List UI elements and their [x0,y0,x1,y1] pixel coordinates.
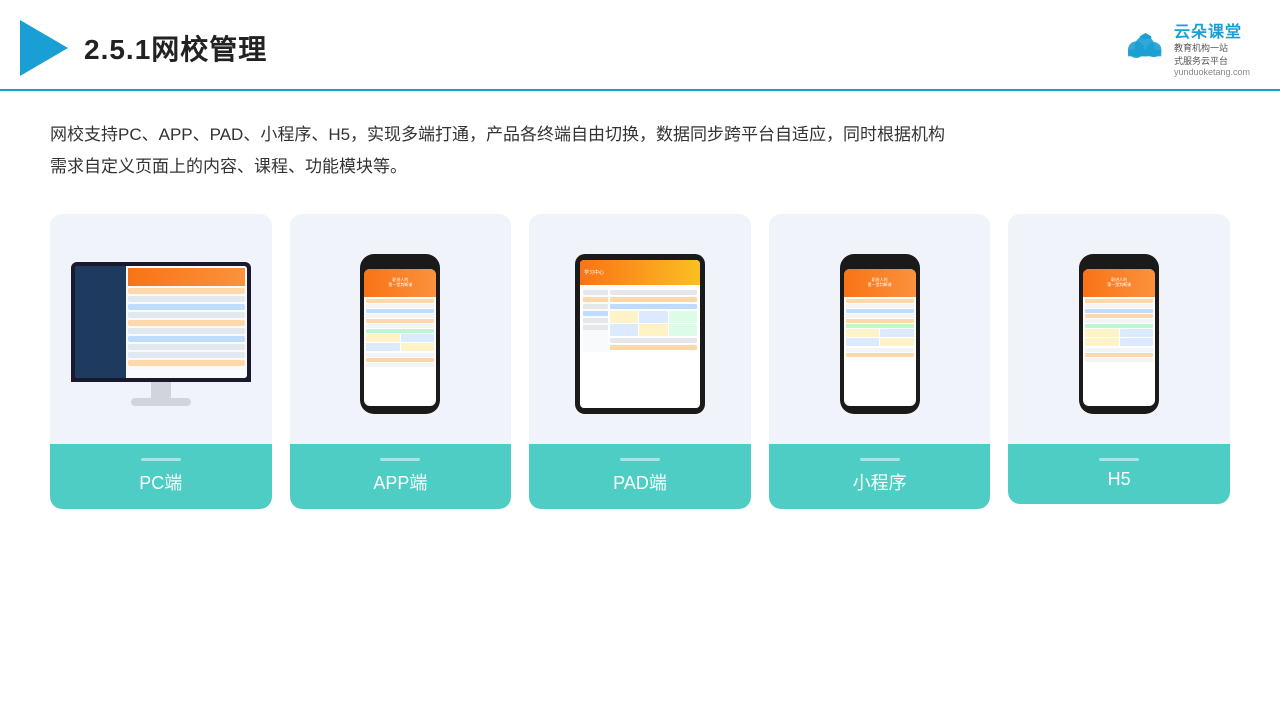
pc-image-area [50,214,272,444]
header: 2.5.1网校管理 云朵课堂 教育机构一站 式服务云平台 yunduoketan… [0,0,1280,91]
ms-sidebar [75,266,127,378]
device-card-pc: PC端 [50,214,272,509]
h5-image-area: 职进人的第一堂判断课 [1008,214,1230,444]
device-card-app: 职进人的第一堂判断课 [290,214,512,509]
phone-screen-app: 职进人的第一堂判断课 [364,269,436,406]
header-right: 云朵课堂 教育机构一站 式服务云平台 yunduoketang.com [1118,18,1250,77]
miniapp-label: 小程序 [769,444,991,509]
brand-logo: 云朵课堂 教育机构一站 式服务云平台 yunduoketang.com [1118,18,1250,77]
phone-frame-app: 职进人的第一堂判断课 [360,254,440,414]
logo-triangle-icon [20,20,68,76]
device-card-miniapp: 职进人的第一堂判断课 [769,214,991,509]
phone-screen-h5: 职进人的第一堂判断课 [1083,269,1155,406]
pc-monitor [71,262,251,406]
pad-image-area: 学习中心 [529,214,751,444]
brand-text: 云朵课堂 教育机构一站 式服务云平台 yunduoketang.com [1174,18,1250,77]
description-text: 网校支持PC、APP、PAD、小程序、H5，实现多端打通，产品各终端自由切换，数… [50,119,1230,184]
pad-tablet: 学习中心 [575,254,705,414]
main-content: 网校支持PC、APP、PAD、小程序、H5，实现多端打通，产品各终端自由切换，数… [0,91,1280,529]
phone-notch-miniapp [868,262,892,267]
cloud-icon [1118,30,1168,66]
h5-label: H5 [1008,444,1230,504]
app-image-area: 职进人的第一堂判断课 [290,214,512,444]
monitor-neck [151,382,171,398]
app-phone: 职进人的第一堂判断课 [360,254,440,414]
h5-phone: 职进人的第一堂判断课 [1079,254,1159,414]
device-cards-container: PC端 职进人的第一堂判断课 [50,214,1230,509]
phone-frame-miniapp: 职进人的第一堂判断课 [840,254,920,414]
phone-notch-h5 [1107,262,1131,267]
pc-label: PC端 [50,444,272,509]
tablet-screen: 学习中心 [580,260,700,408]
monitor-screen [75,266,247,378]
ms-main [126,266,246,378]
app-label: APP端 [290,444,512,509]
tablet-sidebar [583,288,608,352]
tablet-frame: 学习中心 [575,254,705,414]
miniapp-image-area: 职进人的第一堂判断课 [769,214,991,444]
phone-frame-h5: 职进人的第一堂判断课 [1079,254,1159,414]
brand-name: 云朵课堂 [1174,18,1242,42]
ms-header-bar [128,268,244,286]
phone-notch [388,262,412,267]
page-title: 2.5.1网校管理 [84,28,267,68]
device-card-h5: 职进人的第一堂判断课 [1008,214,1230,504]
phone-screen-miniapp: 职进人的第一堂判断课 [844,269,916,406]
tablet-main [610,288,697,352]
brand-url: yunduoketang.com [1174,67,1250,77]
monitor-base [131,398,191,406]
monitor-screen-wrapper [71,262,251,382]
miniapp-phone: 职进人的第一堂判断课 [840,254,920,414]
device-card-pad: 学习中心 [529,214,751,509]
pad-label: PAD端 [529,444,751,509]
header-left: 2.5.1网校管理 [20,20,267,76]
monitor-screen-inner [75,266,247,378]
brand-tagline: 教育机构一站 式服务云平台 [1174,42,1228,67]
